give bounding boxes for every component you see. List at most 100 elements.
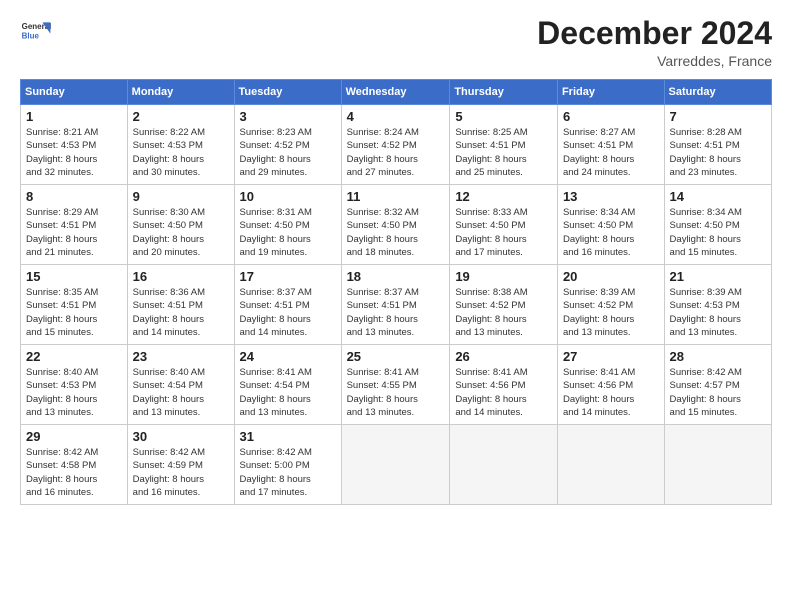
day-number: 12 [455,189,552,204]
month-title: December 2024 [537,16,772,51]
day-number: 4 [347,109,445,124]
calendar-cell: 29 Sunrise: 8:42 AM Sunset: 4:58 PM Dayl… [21,425,128,505]
col-header-saturday: Saturday [664,80,771,105]
day-number: 2 [133,109,229,124]
calendar-cell: 24 Sunrise: 8:41 AM Sunset: 4:54 PM Dayl… [234,345,341,425]
col-header-wednesday: Wednesday [341,80,450,105]
day-info: Sunrise: 8:33 AM Sunset: 4:50 PM Dayligh… [455,206,552,259]
day-number: 3 [240,109,336,124]
day-number: 19 [455,269,552,284]
day-number: 17 [240,269,336,284]
calendar-cell: 27 Sunrise: 8:41 AM Sunset: 4:56 PM Dayl… [557,345,664,425]
day-info: Sunrise: 8:27 AM Sunset: 4:51 PM Dayligh… [563,126,659,179]
calendar-cell [557,425,664,505]
day-info: Sunrise: 8:39 AM Sunset: 4:53 PM Dayligh… [670,286,766,339]
day-number: 29 [26,429,122,444]
day-info: Sunrise: 8:31 AM Sunset: 4:50 PM Dayligh… [240,206,336,259]
col-header-monday: Monday [127,80,234,105]
header: General Blue December 2024 Varreddes, Fr… [20,16,772,69]
logo: General Blue [20,16,52,48]
calendar-cell: 28 Sunrise: 8:42 AM Sunset: 4:57 PM Dayl… [664,345,771,425]
calendar-cell: 14 Sunrise: 8:34 AM Sunset: 4:50 PM Dayl… [664,185,771,265]
calendar-cell: 20 Sunrise: 8:39 AM Sunset: 4:52 PM Dayl… [557,265,664,345]
calendar-cell: 31 Sunrise: 8:42 AM Sunset: 5:00 PM Dayl… [234,425,341,505]
calendar-cell: 16 Sunrise: 8:36 AM Sunset: 4:51 PM Dayl… [127,265,234,345]
day-info: Sunrise: 8:25 AM Sunset: 4:51 PM Dayligh… [455,126,552,179]
day-info: Sunrise: 8:35 AM Sunset: 4:51 PM Dayligh… [26,286,122,339]
day-number: 28 [670,349,766,364]
day-number: 30 [133,429,229,444]
calendar-cell [664,425,771,505]
day-info: Sunrise: 8:36 AM Sunset: 4:51 PM Dayligh… [133,286,229,339]
day-info: Sunrise: 8:41 AM Sunset: 4:55 PM Dayligh… [347,366,445,419]
calendar-cell: 18 Sunrise: 8:37 AM Sunset: 4:51 PM Dayl… [341,265,450,345]
calendar-cell [341,425,450,505]
calendar-cell: 12 Sunrise: 8:33 AM Sunset: 4:50 PM Dayl… [450,185,558,265]
day-number: 31 [240,429,336,444]
day-number: 5 [455,109,552,124]
calendar-week-1: 1 Sunrise: 8:21 AM Sunset: 4:53 PM Dayli… [21,105,772,185]
calendar-week-3: 15 Sunrise: 8:35 AM Sunset: 4:51 PM Dayl… [21,265,772,345]
day-info: Sunrise: 8:28 AM Sunset: 4:51 PM Dayligh… [670,126,766,179]
day-info: Sunrise: 8:37 AM Sunset: 4:51 PM Dayligh… [240,286,336,339]
calendar-cell: 2 Sunrise: 8:22 AM Sunset: 4:53 PM Dayli… [127,105,234,185]
calendar-cell: 9 Sunrise: 8:30 AM Sunset: 4:50 PM Dayli… [127,185,234,265]
day-info: Sunrise: 8:34 AM Sunset: 4:50 PM Dayligh… [563,206,659,259]
day-info: Sunrise: 8:38 AM Sunset: 4:52 PM Dayligh… [455,286,552,339]
col-header-thursday: Thursday [450,80,558,105]
day-number: 15 [26,269,122,284]
day-number: 25 [347,349,445,364]
calendar-header-row: SundayMondayTuesdayWednesdayThursdayFrid… [21,80,772,105]
calendar-week-2: 8 Sunrise: 8:29 AM Sunset: 4:51 PM Dayli… [21,185,772,265]
calendar-cell: 21 Sunrise: 8:39 AM Sunset: 4:53 PM Dayl… [664,265,771,345]
day-info: Sunrise: 8:42 AM Sunset: 4:57 PM Dayligh… [670,366,766,419]
calendar-table: SundayMondayTuesdayWednesdayThursdayFrid… [20,79,772,505]
day-number: 16 [133,269,229,284]
day-info: Sunrise: 8:34 AM Sunset: 4:50 PM Dayligh… [670,206,766,259]
day-number: 10 [240,189,336,204]
day-info: Sunrise: 8:21 AM Sunset: 4:53 PM Dayligh… [26,126,122,179]
calendar-cell [450,425,558,505]
calendar-cell: 22 Sunrise: 8:40 AM Sunset: 4:53 PM Dayl… [21,345,128,425]
day-number: 1 [26,109,122,124]
day-info: Sunrise: 8:37 AM Sunset: 4:51 PM Dayligh… [347,286,445,339]
day-info: Sunrise: 8:42 AM Sunset: 5:00 PM Dayligh… [240,446,336,499]
day-info: Sunrise: 8:42 AM Sunset: 4:58 PM Dayligh… [26,446,122,499]
page: General Blue December 2024 Varreddes, Fr… [0,0,792,612]
calendar-cell: 11 Sunrise: 8:32 AM Sunset: 4:50 PM Dayl… [341,185,450,265]
day-number: 6 [563,109,659,124]
day-number: 24 [240,349,336,364]
calendar-cell: 6 Sunrise: 8:27 AM Sunset: 4:51 PM Dayli… [557,105,664,185]
day-info: Sunrise: 8:24 AM Sunset: 4:52 PM Dayligh… [347,126,445,179]
day-info: Sunrise: 8:22 AM Sunset: 4:53 PM Dayligh… [133,126,229,179]
calendar-week-5: 29 Sunrise: 8:42 AM Sunset: 4:58 PM Dayl… [21,425,772,505]
day-info: Sunrise: 8:41 AM Sunset: 4:56 PM Dayligh… [563,366,659,419]
calendar-cell: 17 Sunrise: 8:37 AM Sunset: 4:51 PM Dayl… [234,265,341,345]
day-info: Sunrise: 8:39 AM Sunset: 4:52 PM Dayligh… [563,286,659,339]
day-info: Sunrise: 8:42 AM Sunset: 4:59 PM Dayligh… [133,446,229,499]
day-number: 18 [347,269,445,284]
day-info: Sunrise: 8:30 AM Sunset: 4:50 PM Dayligh… [133,206,229,259]
calendar-cell: 13 Sunrise: 8:34 AM Sunset: 4:50 PM Dayl… [557,185,664,265]
day-number: 8 [26,189,122,204]
day-number: 22 [26,349,122,364]
calendar-cell: 10 Sunrise: 8:31 AM Sunset: 4:50 PM Dayl… [234,185,341,265]
day-info: Sunrise: 8:41 AM Sunset: 4:54 PM Dayligh… [240,366,336,419]
calendar-cell: 3 Sunrise: 8:23 AM Sunset: 4:52 PM Dayli… [234,105,341,185]
calendar-cell: 25 Sunrise: 8:41 AM Sunset: 4:55 PM Dayl… [341,345,450,425]
calendar-cell: 23 Sunrise: 8:40 AM Sunset: 4:54 PM Dayl… [127,345,234,425]
day-info: Sunrise: 8:23 AM Sunset: 4:52 PM Dayligh… [240,126,336,179]
calendar-cell: 8 Sunrise: 8:29 AM Sunset: 4:51 PM Dayli… [21,185,128,265]
day-number: 23 [133,349,229,364]
day-number: 9 [133,189,229,204]
day-number: 20 [563,269,659,284]
day-number: 21 [670,269,766,284]
day-number: 13 [563,189,659,204]
location: Varreddes, France [537,53,772,69]
day-info: Sunrise: 8:29 AM Sunset: 4:51 PM Dayligh… [26,206,122,259]
calendar-cell: 19 Sunrise: 8:38 AM Sunset: 4:52 PM Dayl… [450,265,558,345]
day-info: Sunrise: 8:40 AM Sunset: 4:54 PM Dayligh… [133,366,229,419]
calendar-cell: 15 Sunrise: 8:35 AM Sunset: 4:51 PM Dayl… [21,265,128,345]
calendar-cell: 26 Sunrise: 8:41 AM Sunset: 4:56 PM Dayl… [450,345,558,425]
calendar-cell: 1 Sunrise: 8:21 AM Sunset: 4:53 PM Dayli… [21,105,128,185]
